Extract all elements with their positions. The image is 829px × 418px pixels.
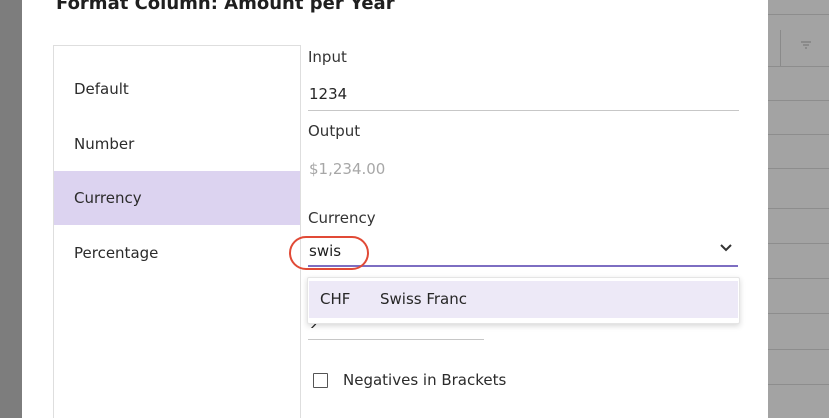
decimal-places-underline: [308, 339, 484, 340]
table-row-divider: [768, 208, 829, 209]
table-row-divider: [768, 313, 829, 314]
negatives-in-brackets-checkbox[interactable]: [313, 373, 328, 388]
currency-option-name: Swiss Franc: [380, 290, 468, 308]
table-row-divider: [768, 100, 829, 101]
format-type-percentage[interactable]: Percentage: [54, 226, 300, 280]
currency-search-input[interactable]: [308, 237, 738, 267]
dialog-title: Format Column: Amount per Year: [56, 0, 395, 14]
background-table: [768, 0, 829, 418]
currency-option-chf[interactable]: CHF Swiss Franc: [309, 281, 738, 318]
filter-icon[interactable]: [800, 39, 812, 51]
format-type-currency[interactable]: Currency: [54, 171, 300, 225]
currency-dropdown: CHF Swiss Franc: [307, 277, 740, 324]
input-underline: [308, 110, 739, 111]
table-row-divider: [768, 243, 829, 244]
output-label: Output: [308, 122, 361, 140]
format-column-dialog: Format Column: Amount per Year Default N…: [22, 0, 768, 418]
table-row-divider: [768, 14, 829, 15]
table-row-divider: [768, 384, 829, 385]
column-divider: [780, 30, 781, 66]
table-row-divider: [768, 278, 829, 279]
format-type-number[interactable]: Number: [54, 117, 300, 171]
currency-option-code: CHF: [320, 290, 351, 308]
background-left: [0, 0, 22, 418]
format-type-list: Default Number Currency Percentage: [53, 45, 301, 418]
table-row-divider: [768, 134, 829, 135]
table-row-divider: [768, 168, 829, 169]
input-label: Input: [308, 48, 347, 66]
table-row-divider: [768, 349, 829, 350]
negatives-in-brackets-label[interactable]: Negatives in Brackets: [343, 371, 506, 389]
table-row-divider: [768, 66, 829, 67]
chevron-down-icon[interactable]: [719, 243, 733, 253]
currency-label: Currency: [308, 209, 376, 227]
format-type-default[interactable]: Default: [54, 62, 300, 116]
input-field[interactable]: 1234: [309, 85, 347, 103]
output-preview: $1,234.00: [309, 160, 386, 178]
